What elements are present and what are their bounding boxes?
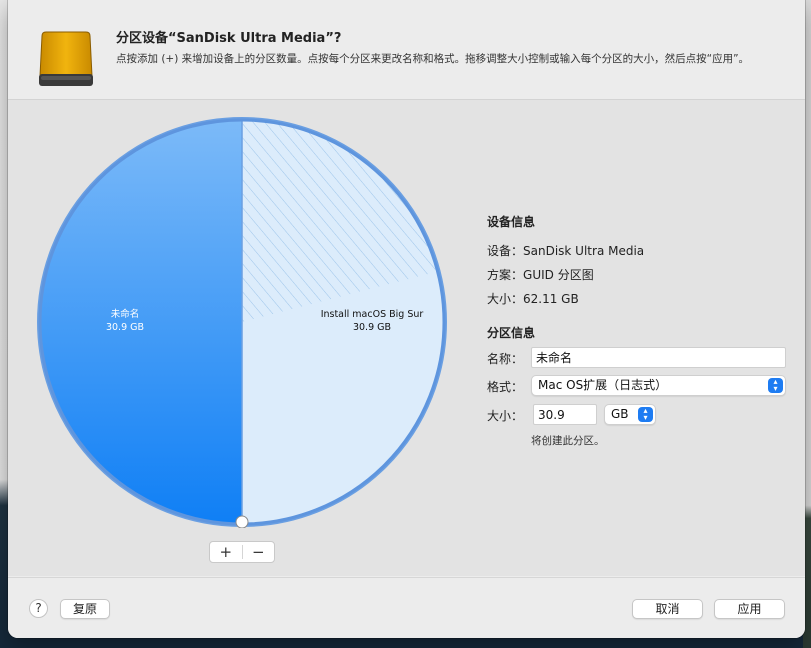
remove-partition-button[interactable]: − — [243, 542, 275, 562]
device-size-value: 62.11 GB — [523, 292, 579, 306]
dialog-header: 分区设备“SanDisk Ultra Media”? 点按添加 (+) 来增加设… — [8, 0, 805, 100]
format-select-value: Mac OS扩展（日志式） — [538, 378, 668, 392]
partition-label-unnamed: 未命名 30.9 GB — [80, 308, 170, 334]
partition-info-title: 分区信息 — [487, 326, 536, 340]
size-unit-select[interactable]: GB ▴ ▾ — [604, 404, 656, 425]
updown-chevron-icon: ▴ ▾ — [768, 378, 783, 393]
size-unit-value: GB — [611, 407, 629, 421]
partition-size-unnamed: 30.9 GB — [105, 322, 145, 333]
resize-handle[interactable] — [235, 515, 249, 529]
device-label: 设备： — [487, 244, 524, 258]
format-label: 格式： — [487, 380, 524, 394]
partition-name-unnamed: 未命名 — [110, 309, 140, 320]
apply-button[interactable]: 应用 — [714, 599, 785, 619]
partition-name-install: Install macOS Big Sur — [320, 309, 424, 320]
dialog-title: 分区设备“SanDisk Ultra Media”? — [116, 31, 342, 46]
device-info-title: 设备信息 — [487, 215, 536, 229]
partition-label-install: Install macOS Big Sur 30.9 GB — [312, 308, 432, 334]
format-select[interactable]: Mac OS扩展（日志式） ▴ ▾ — [531, 375, 786, 396]
scheme-value: GUID 分区图 — [523, 268, 594, 282]
add-remove-control: + − — [209, 541, 275, 563]
partition-dialog: 分区设备“SanDisk Ultra Media”? 点按添加 (+) 来增加设… — [8, 0, 805, 638]
add-partition-button[interactable]: + — [210, 542, 242, 562]
device-size-label: 大小： — [487, 292, 524, 306]
partition-name-field[interactable] — [531, 347, 786, 368]
device-value: SanDisk Ultra Media — [523, 244, 645, 258]
device-row: 设备：SanDisk Ultra Media — [487, 239, 644, 263]
updown-chevron-icon: ▴ ▾ — [638, 407, 653, 422]
device-size-row: 大小：62.11 GB — [487, 287, 644, 311]
scheme-row: 方案：GUID 分区图 — [487, 263, 644, 287]
dialog-description: 点按添加 (+) 来增加设备上的分区数量。点按每个分区来更改名称和格式。拖移调整… — [116, 53, 750, 65]
revert-button[interactable]: 复原 — [60, 599, 110, 619]
partition-pie-chart[interactable]: 未命名 30.9 GB Install macOS Big Sur 30.9 G… — [36, 116, 448, 529]
device-info-panel: 设备信息 设备：SanDisk Ultra Media 方案：GUID 分区图 … — [487, 213, 644, 311]
name-label: 名称： — [487, 352, 524, 366]
partition-size-field[interactable] — [533, 404, 597, 425]
help-button[interactable]: ? — [29, 599, 48, 618]
cancel-button[interactable]: 取消 — [632, 599, 703, 619]
external-drive-icon — [39, 31, 93, 86]
size-label: 大小： — [487, 409, 524, 423]
dialog-footer: ? 复原 取消 应用 — [8, 577, 805, 638]
partition-size-install: 30.9 GB — [352, 322, 392, 333]
partition-content: 未命名 30.9 GB Install macOS Big Sur 30.9 G… — [8, 100, 805, 576]
scheme-label: 方案： — [487, 268, 524, 282]
partition-hint: 将创建此分区。 — [531, 435, 605, 447]
